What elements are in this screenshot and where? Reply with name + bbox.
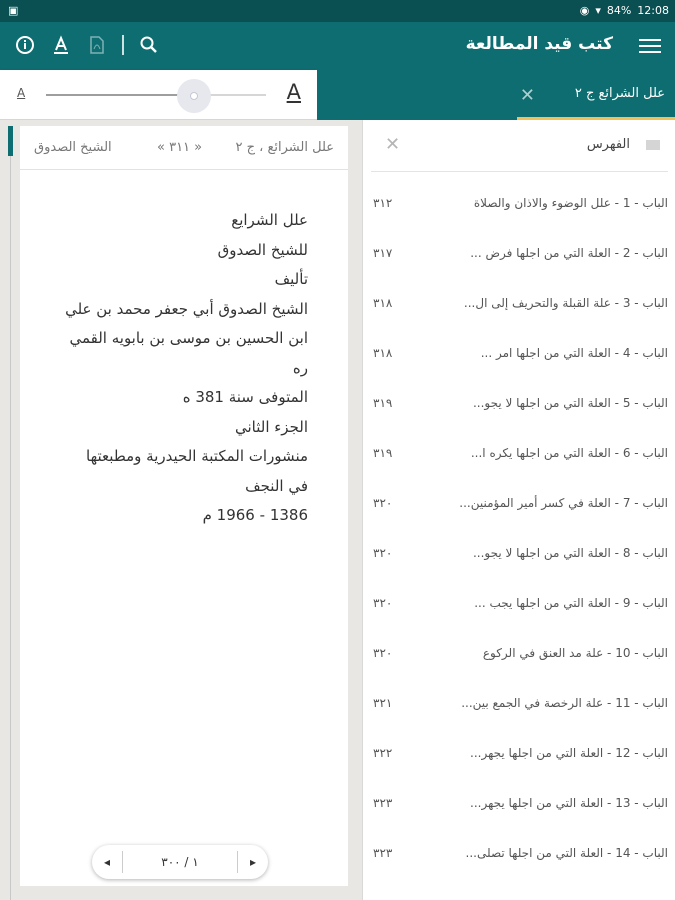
- tab-bar: ✕ علل الشرائع ج ٢: [317, 70, 675, 120]
- toolbar-actions: [14, 34, 160, 56]
- page-line: الشيخ الصدوق أبي جعفر محمد بن علي: [65, 299, 308, 318]
- page-line: منشورات المكتبة الحيدرية ومطبعتها: [86, 447, 308, 465]
- prev-page-button[interactable]: ◂: [104, 855, 110, 869]
- toc-item[interactable]: الباب - 7 - العلة في كسر أمير المؤمنين..…: [363, 482, 675, 532]
- toc-item-title: الباب - 5 - العلة التي من اجلها لا يجو..…: [472, 396, 668, 410]
- tab-label: علل الشرائع ج ٢: [574, 86, 665, 101]
- toc-item[interactable]: الباب - 9 - العلة التي من اجلها يجب ... ٣…: [363, 582, 675, 632]
- toc-item-page: ٣١٨: [373, 296, 393, 310]
- toc-item-page: ٣٢٠: [373, 546, 393, 560]
- status-right: ◉ ▾ 84% 12:08: [580, 4, 669, 17]
- page-line: الجزء الثاني: [234, 417, 308, 436]
- toc-panel: ✕ الفهرس الباب - 1 - علل الوضوء والاذان …: [362, 120, 675, 900]
- toc-item[interactable]: الباب - 2 - العلة التي من اجلها فرض ... ٣…: [363, 232, 675, 282]
- toc-header: ✕ الفهرس: [371, 120, 668, 172]
- clock: 12:08: [637, 4, 669, 17]
- toc-item-page: ٣٢٢: [373, 746, 393, 760]
- page-number: « ٣١١ »: [157, 140, 203, 155]
- page-line: ره: [292, 358, 308, 377]
- toc-item[interactable]: الباب - 11 - علة الرخصة في الجمع بين... ٣…: [363, 682, 675, 732]
- menu-icon[interactable]: [639, 36, 661, 56]
- toc-item-page: ٣٢٠: [373, 646, 393, 660]
- page-body: علل الشرايع للشيخ الصدوق تأليف الشيخ الص…: [18, 206, 308, 531]
- toolbar-divider: [122, 35, 124, 55]
- toc-item-title: الباب - 7 - العلة في كسر أمير المؤمنين..…: [459, 496, 668, 510]
- toc-item-title: الباب - 11 - علة الرخصة في الجمع بين...: [461, 696, 668, 710]
- font-small-icon: A: [17, 86, 26, 100]
- toc-item-title: الباب - 9 - العلة التي من اجلها يجب ...: [474, 596, 668, 610]
- toc-item-title: الباب - 8 - العلة التي من اجلها لا يجو..…: [472, 546, 668, 560]
- toc-item-page: ٣١٨: [373, 346, 393, 360]
- toc-item-page: ٣١٩: [373, 446, 393, 460]
- tab-book[interactable]: علل الشرائع ج ٢: [517, 70, 675, 120]
- toc-item-title: الباب - 12 - العلة التي من اجلها يجهر...: [470, 746, 668, 760]
- wifi-icon: ▾: [595, 4, 601, 17]
- toc-item[interactable]: الباب - 4 - العلة التي من اجلها امر ... ٣…: [363, 332, 675, 382]
- page-line: تأليف: [274, 270, 308, 288]
- text-format-icon[interactable]: [50, 34, 72, 56]
- page-navigator: ◂ ١ / ٣٠٠ ▸: [92, 845, 268, 879]
- toc-item-page: ٣١٢: [373, 196, 393, 210]
- scroll-track: [10, 156, 11, 900]
- toc-item[interactable]: الباب - 13 - العلة التي من اجلها يجهر...…: [363, 782, 675, 832]
- toc-item-title: الباب - 13 - العلة التي من اجلها يجهر...: [470, 796, 668, 810]
- slider-track[interactable]: [46, 94, 266, 96]
- toc-item-title: الباب - 10 - علة مد العنق في الركوع: [482, 646, 668, 660]
- page-line: المتوفى سنة 381 ه: [182, 388, 308, 406]
- reader-pane: الشيخ الصدوق « ٣١١ » علل الشرائع ، ج ٢ ع…: [0, 120, 362, 900]
- info-icon[interactable]: [14, 34, 36, 56]
- toc-item-title: الباب - 2 - العلة التي من اجلها فرض ...: [470, 246, 668, 260]
- page-line: ابن الحسين بن موسى بن بابويه القمي: [69, 329, 308, 347]
- toc-item[interactable]: الباب - 1 - علل الوضوء والاذان والصلاة ٣١…: [363, 182, 675, 232]
- image-icon: ▣: [8, 4, 19, 17]
- toc-item[interactable]: الباب - 14 - العلة التي من اجلها تصلى...…: [363, 832, 675, 882]
- font-size-slider[interactable]: A A: [0, 70, 317, 120]
- toc-item-title: الباب - 1 - علل الوضوء والاذان والصلاة: [473, 196, 668, 210]
- toc-item-title: الباب - 4 - العلة التي من اجلها امر ...: [480, 346, 668, 360]
- list-icon: [646, 140, 660, 150]
- page-line: في النجف: [245, 476, 308, 495]
- pdf-icon[interactable]: [86, 34, 108, 56]
- search-icon[interactable]: [138, 34, 160, 56]
- toc-item-title: الباب - 6 - العلة التي من اجلها يكره ا..…: [470, 446, 668, 460]
- status-bar: ▣ ◉ ▾ 84% 12:08: [0, 0, 675, 22]
- toc-item-page: ٣٢١: [373, 696, 393, 710]
- next-page-button[interactable]: ▸: [250, 855, 256, 869]
- battery-text: 84%: [606, 4, 632, 17]
- toc-item-page: ٣٢٣: [373, 796, 393, 810]
- toc-item[interactable]: الباب - 3 - علة القبلة والتحريف إلى ال..…: [363, 282, 675, 332]
- toc-item[interactable]: الباب - 8 - العلة التي من اجلها لا يجو..…: [363, 532, 675, 582]
- toc-item[interactable]: الباب - 10 - علة مد العنق في الركوع ٣٢٠: [363, 632, 675, 682]
- toc-item-page: ٣٢٠: [373, 596, 393, 610]
- toc-item-page: ٣١٧: [373, 246, 393, 260]
- toc-item-page: ٣٢٠: [373, 496, 393, 510]
- slider-knob[interactable]: [190, 92, 198, 100]
- book-page: الشيخ الصدوق « ٣١١ » علل الشرائع ، ج ٢ ع…: [20, 126, 348, 886]
- page-book-title: علل الشرائع ، ج ٢: [235, 140, 335, 155]
- page-line: 1386 - 1966 م: [202, 506, 308, 524]
- toc-item-page: ٣١٩: [373, 396, 393, 410]
- page-indicator: ١ / ٣٠٠: [122, 851, 238, 873]
- close-icon[interactable]: ✕: [385, 134, 400, 155]
- page-line: للشيخ الصدوق: [217, 240, 308, 259]
- toc-item[interactable]: الباب - 6 - العلة التي من اجلها يكره ا..…: [363, 432, 675, 482]
- slider-fill: [46, 94, 196, 96]
- toc-item-title: الباب - 14 - العلة التي من اجلها تصلى...: [465, 846, 668, 860]
- toc-item-title: الباب - 3 - علة القبلة والتحريف إلى ال..…: [463, 296, 668, 310]
- notification-icon: ◉: [579, 4, 590, 17]
- toc-item-page: ٣٢٣: [373, 846, 393, 860]
- toc-item[interactable]: الباب - 5 - العلة التي من اجلها لا يجو..…: [363, 382, 675, 432]
- app-bar: كتب قيد المطالعة: [0, 22, 675, 70]
- page-line: علل الشرايع: [231, 211, 308, 229]
- page-header: الشيخ الصدوق « ٣١١ » علل الشرائع ، ج ٢: [20, 126, 348, 170]
- font-large-icon: A: [286, 80, 301, 104]
- toc-title: الفهرس: [586, 137, 630, 152]
- scroll-indicator[interactable]: [8, 126, 13, 156]
- app-title: كتب قيد المطالعة: [465, 34, 613, 54]
- page-author: الشيخ الصدوق: [34, 140, 112, 155]
- toc-item[interactable]: الباب - 12 - العلة التي من اجلها يجهر...…: [363, 732, 675, 782]
